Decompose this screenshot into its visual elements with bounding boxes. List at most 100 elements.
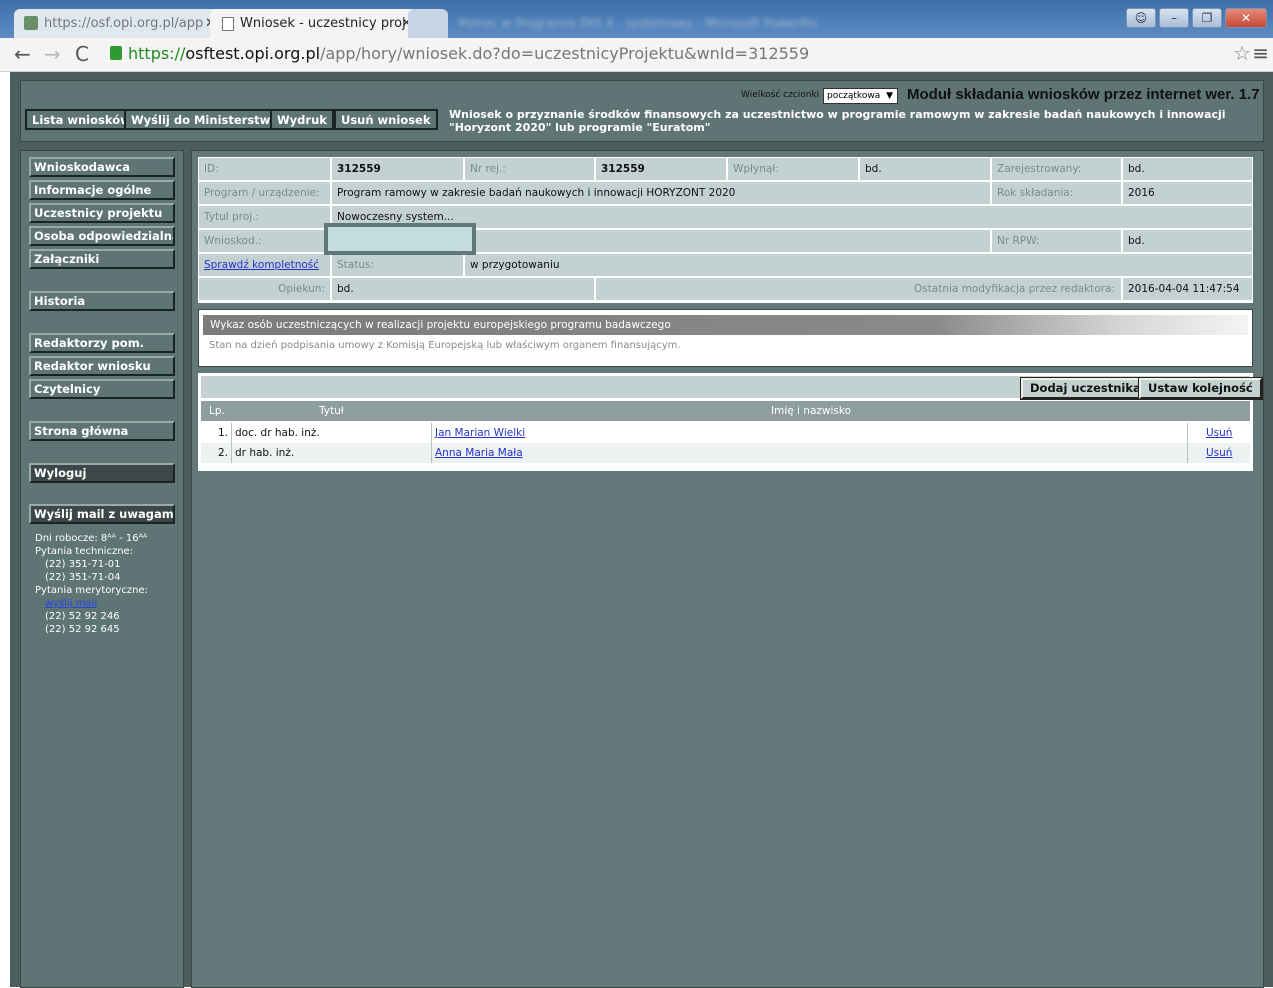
browser-menu-icon[interactable]: ≡	[1252, 41, 1269, 65]
delete-participant-link[interactable]: Usuń	[1206, 447, 1232, 459]
row-title: doc. dr hab. inż.	[235, 427, 320, 439]
sidebar-item-czytelnicy[interactable]: Czytelnicy	[29, 379, 175, 399]
row-title: dr hab. inż.	[235, 447, 295, 459]
module-title: Moduł składania wniosków przez internet …	[907, 86, 1260, 103]
main-content: ID: 312559 Nr rej.: 312559 Wpłynął: bd. …	[191, 150, 1264, 988]
app-page: Wielkość czcionki początkowa ▼ Moduł skł…	[10, 72, 1273, 988]
status-label: Status:	[331, 253, 464, 277]
window-controls: ☺ – ❐ ✕	[1126, 8, 1267, 28]
opiekun-value: bd.	[331, 277, 595, 301]
nrrpw-value: bd.	[1122, 229, 1253, 253]
id-value: 312559	[331, 157, 464, 181]
nrrej-label: Nr rej.:	[464, 157, 595, 181]
participants-list-header: Wykaz osób uczestniczących w realizacji …	[198, 309, 1253, 367]
browser-tab-2[interactable]: Wniosek - uczestnicy proj ✕	[210, 9, 420, 38]
back-arrow-icon[interactable]: ←	[14, 42, 31, 66]
col-lp: Lp.	[209, 405, 225, 417]
zarejestrowany-value: bd.	[1122, 157, 1253, 181]
page-icon	[222, 17, 234, 31]
bookmark-star-icon[interactable]: ☆	[1233, 41, 1251, 65]
participants-panel: Dodaj uczestnika Ustaw kolejność Lp. Tyt…	[198, 373, 1263, 471]
id-label: ID:	[198, 157, 331, 181]
rok-value: 2016	[1122, 181, 1253, 205]
send-feedback-mail-button[interactable]: Wyślij mail z uwagami	[29, 504, 175, 524]
browser-tab-bar: https://osf.opi.org.pl/app ✕ Wniosek - u…	[0, 0, 1273, 38]
set-order-button[interactable]: Ustaw kolejność	[1138, 377, 1263, 400]
participants-table-header: Lp. Tytuł Imię i nazwisko	[201, 401, 1250, 421]
url-scheme: https://	[128, 44, 186, 63]
zarejestrowany-label: Zarejestrowany:	[991, 157, 1122, 181]
sidebar-item-osoba-odpowiedzialna[interactable]: Osoba odpowiedzialna	[29, 226, 175, 246]
new-tab-button[interactable]	[408, 9, 448, 38]
sidebar-item-zalaczniki[interactable]: Załączniki	[29, 249, 175, 269]
tech-questions-label: Pytania techniczne:	[35, 546, 134, 557]
delete-participant-link[interactable]: Usuń	[1206, 427, 1232, 439]
sidebar-item-informacje-ogolne[interactable]: Informacje ogólne	[29, 180, 175, 200]
opiekun-label: Opiekun:	[198, 277, 331, 301]
modified-value: 2016-04-04 11:47:54	[1122, 277, 1253, 301]
modified-label: Ostatnia modyfikacja przez redaktora:	[595, 277, 1122, 301]
nrrej-value: 312559	[595, 157, 727, 181]
applications-list-button[interactable]: Lista wniosków	[25, 109, 138, 130]
rok-label: Rok składania:	[991, 181, 1122, 205]
font-size-value: początkowa	[827, 91, 881, 101]
sidebar-item-strona-glowna[interactable]: Strona główna	[29, 421, 175, 441]
wplynal-label: Wpłynął:	[727, 157, 859, 181]
browser-tab-1-title: https://osf.opi.org.pl/app	[44, 16, 204, 31]
participant-name-link[interactable]: Anna Maria Mała	[435, 447, 523, 459]
nrrpw-label: Nr RPW:	[991, 229, 1122, 253]
col-imie-nazwisko: Imię i nazwisko	[771, 405, 852, 417]
participants-list-title: Wykaz osób uczestniczących w realizacji …	[203, 315, 1248, 335]
wnioskodawca-highlight	[324, 223, 476, 255]
close-window-icon[interactable]: ✕	[1225, 8, 1267, 28]
tech-phone-1: (22) 351-71-01	[45, 559, 121, 570]
wplynal-value: bd.	[859, 157, 991, 181]
participant-name-link[interactable]: Jan Marian Wielki	[435, 427, 525, 439]
sidebar-item-historia[interactable]: Historia	[29, 291, 175, 311]
minimize-icon[interactable]: –	[1159, 8, 1189, 28]
tech-phone-2: (22) 351-71-04	[45, 572, 121, 583]
row-lp: 2.	[218, 447, 229, 459]
font-size-label: Wielkość czcionki	[741, 90, 820, 100]
add-participant-button[interactable]: Dodaj uczestnika	[1020, 377, 1151, 400]
reload-icon[interactable]: C	[75, 42, 89, 66]
blurred-window-title: Pomoc w Programie FAS 4 - systemowy - Mi…	[458, 16, 818, 30]
delete-application-button[interactable]: Usuń wniosek	[334, 109, 438, 130]
sidebar-item-wnioskodawca[interactable]: Wnioskodawca	[29, 157, 175, 177]
program-value: Program ramowy w zakresie badań naukowyc…	[331, 181, 991, 205]
table-row: 2. dr hab. inż. Anna Maria Mała Usuń	[201, 443, 1250, 463]
merit-phone-2: (22) 52 92 645	[45, 624, 120, 635]
browser-tab-2-title: Wniosek - uczestnicy proj	[240, 16, 406, 31]
lock-icon	[110, 46, 122, 60]
font-size-select[interactable]: początkowa ▼	[823, 88, 898, 104]
row-lp: 1.	[218, 427, 229, 439]
application-info-grid: ID: 312559 Nr rej.: 312559 Wpłynął: bd. …	[198, 157, 1253, 303]
address-bar: ← → C https://osftest.opi.org.pl/app/hor…	[0, 38, 1273, 72]
sidebar-item-redaktor-wniosku[interactable]: Redaktor wniosku	[29, 356, 175, 376]
site-favicon-icon	[24, 16, 38, 30]
send-mail-link[interactable]: wyślij mail	[45, 598, 97, 609]
browser-tab-1[interactable]: https://osf.opi.org.pl/app ✕	[14, 9, 224, 38]
logout-button[interactable]: Wyloguj	[29, 463, 175, 483]
forward-arrow-icon[interactable]: →	[44, 42, 61, 66]
participants-list-note: Stan na dzień podpisania umowy z Komisją…	[209, 340, 681, 351]
wnioskod-label: Wnioskod.:	[198, 229, 331, 253]
status-value: w przygotowaniu	[464, 253, 1253, 277]
url-host: osftest.opi.org.pl	[185, 44, 321, 63]
app-header: Wielkość czcionki początkowa ▼ Moduł skł…	[20, 80, 1264, 142]
tytul-label: Tytuł proj.:	[198, 205, 331, 229]
sidebar-item-uczestnicy-projektu[interactable]: Uczestnicy projektu	[29, 203, 175, 223]
print-button[interactable]: Wydruk	[270, 109, 334, 130]
sidebar-item-redaktorzy-pom[interactable]: Redaktorzy pom.	[29, 333, 175, 353]
program-label: Program / urządzenie:	[198, 181, 331, 205]
maximize-icon[interactable]: ❐	[1192, 8, 1222, 28]
user-icon[interactable]: ☺	[1126, 8, 1156, 28]
sidebar: Wnioskodawca Informacje ogólne Uczestnic…	[20, 150, 184, 988]
url-field[interactable]: https://osftest.opi.org.pl/app/hory/wnio…	[106, 42, 1254, 66]
check-completeness-link[interactable]: Sprawdź kompletność	[204, 259, 319, 271]
url-path: /app/hory/wniosek.do?do=uczestnicyProjek…	[320, 44, 810, 63]
participants-toolbar: Dodaj uczestnika Ustaw kolejność	[201, 376, 1263, 400]
send-to-ministry-button[interactable]: Wyślij do Ministerstwa	[124, 109, 286, 130]
merit-phone-1: (22) 52 92 246	[45, 611, 120, 622]
table-row: 1. doc. dr hab. inż. Jan Marian Wielki U…	[201, 423, 1250, 443]
